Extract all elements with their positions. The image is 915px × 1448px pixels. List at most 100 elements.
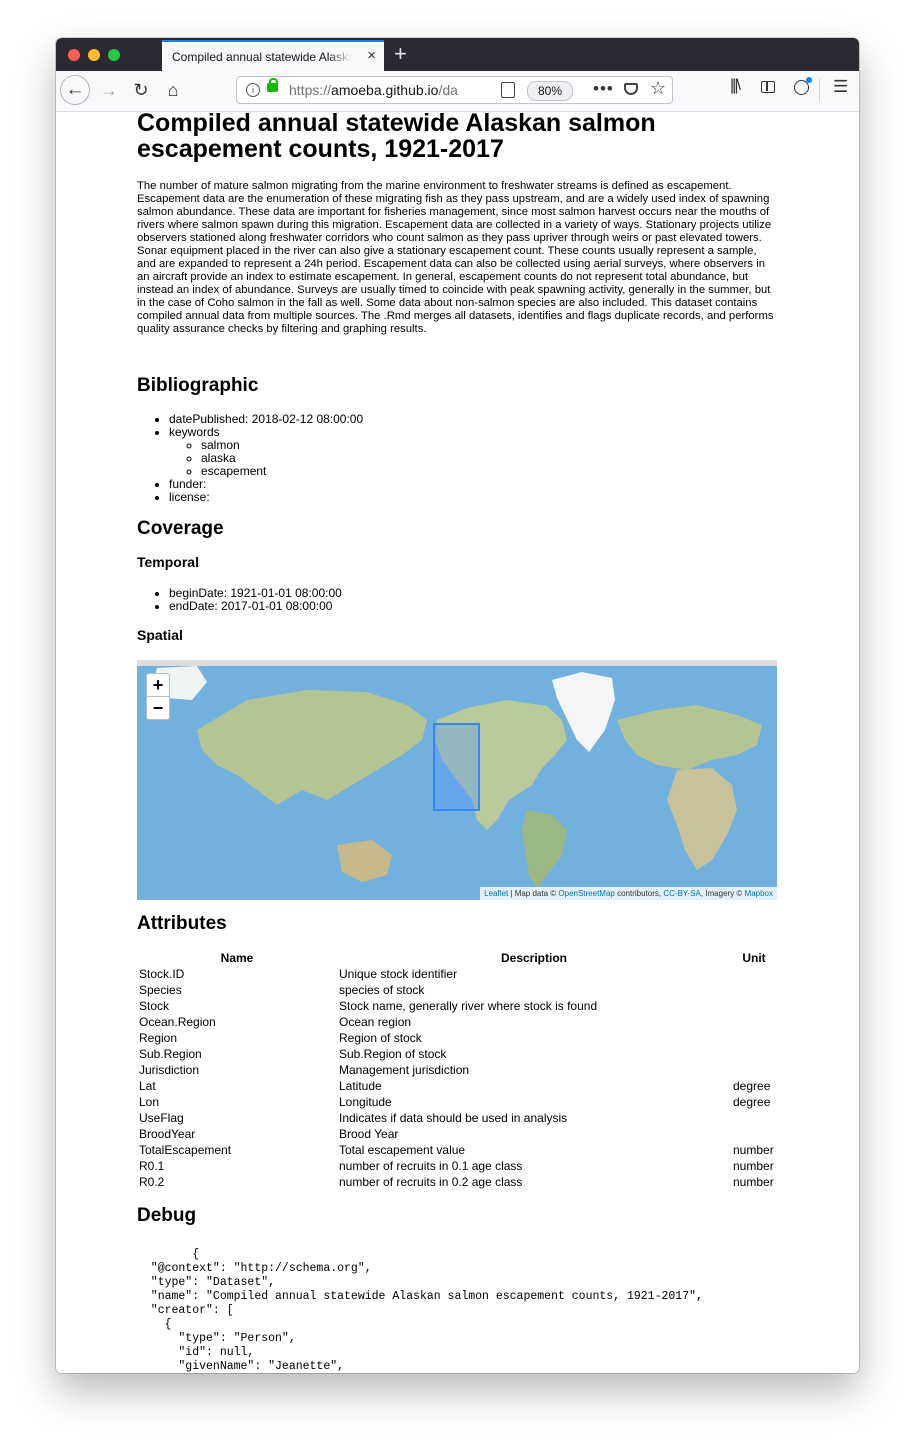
zoom-level-button[interactable]: 80% xyxy=(527,81,573,101)
sidebar-icon[interactable] xyxy=(761,81,775,93)
coverage-bounding-box[interactable] xyxy=(433,723,480,811)
keyword-item: escapement xyxy=(201,465,363,478)
back-button[interactable]: ← xyxy=(60,75,90,105)
coverage-heading: Coverage xyxy=(137,518,224,539)
table-row: TotalEscapement Total escapement value num… xyxy=(137,1142,777,1158)
bookmark-star-icon[interactable]: ☆ xyxy=(650,78,666,99)
bibliographic-list: datePublished: 2018-02-12 08:00:00 keywo… xyxy=(137,413,363,504)
page-actions-button[interactable]: ••• xyxy=(593,79,614,99)
title-bar: Compiled annual statewide Alaskan salmon… xyxy=(56,38,859,71)
cell-unit: number xyxy=(733,1159,774,1173)
table-row: Sub.Region Sub.Region of stock xyxy=(137,1046,777,1062)
cell-name: Ocean.Region xyxy=(139,1015,216,1029)
table-header-row: Name Description Unit xyxy=(137,950,777,966)
cell-name: Stock.ID xyxy=(139,967,185,981)
cell-description: species of stock xyxy=(339,983,425,997)
cc-by-sa-link[interactable]: CC-BY-SA xyxy=(663,889,701,898)
cell-description: number of recruits in 0.2 age class xyxy=(339,1175,523,1189)
cell-unit xyxy=(731,1014,777,1030)
minimize-window-button[interactable] xyxy=(88,49,100,61)
url-text[interactable]: https://amoeba.github.io/da xyxy=(289,82,458,98)
openstreetmap-link[interactable]: OpenStreetMap xyxy=(558,889,614,898)
cell-name: Species xyxy=(139,983,182,997)
address-bar[interactable]: i https://amoeba.github.io/da 80% ••• ☆ xyxy=(236,76,673,104)
cell-description: Management jurisdiction xyxy=(339,1063,470,1077)
table-row: Stock Stock name, generally river where s… xyxy=(137,998,777,1014)
url-domain: amoeba.github.io xyxy=(331,82,439,98)
map-zoom-out-button[interactable]: − xyxy=(146,696,170,720)
attributes-heading: Attributes xyxy=(137,913,227,934)
cell-description: Total escapement value xyxy=(339,1143,466,1157)
spatial-coverage-map[interactable]: + − Leaflet | Map data © OpenStreetMap c… xyxy=(137,660,777,900)
table-row: R0.1 number of recruits in 0.1 age class n… xyxy=(137,1158,777,1174)
debug-json-code: { "@context": "http://schema.org", "type… xyxy=(150,1248,703,1373)
cell-unit xyxy=(731,1126,777,1142)
column-header-unit: Unit xyxy=(742,951,766,965)
hamburger-menu-icon[interactable]: ☰ xyxy=(833,77,848,97)
temporal-heading: Temporal xyxy=(137,554,199,570)
cell-name: BroodYear xyxy=(139,1127,196,1141)
cell-unit: degree xyxy=(733,1095,771,1109)
page-title: Compiled annual statewide Alaskan salmon… xyxy=(137,112,656,163)
keywords-list: salmon alaska escapement xyxy=(169,439,363,478)
account-icon[interactable] xyxy=(794,77,812,95)
map-attribution: Leaflet | Map data © OpenStreetMap contr… xyxy=(480,887,777,900)
map-zoom-in-button[interactable]: + xyxy=(146,673,170,697)
tab-close-button[interactable]: × xyxy=(367,48,376,64)
cell-name: R0.1 xyxy=(139,1159,165,1173)
info-icon[interactable]: i xyxy=(246,83,260,97)
cell-description: number of recruits in 0.1 age class xyxy=(339,1159,523,1173)
page-content[interactable]: Compiled annual statewide Alaskan salmon… xyxy=(56,112,859,1373)
tab-title: Compiled annual statewide Alaskan salmon… xyxy=(172,50,352,64)
reader-view-icon[interactable] xyxy=(501,82,515,98)
maximize-window-button[interactable] xyxy=(108,49,120,61)
pocket-icon[interactable] xyxy=(624,83,638,95)
mapbox-link[interactable]: Mapbox xyxy=(745,889,773,898)
cell-name: R0.2 xyxy=(139,1175,165,1189)
cell-name: Lon xyxy=(139,1095,160,1109)
cell-unit xyxy=(731,1110,777,1126)
browser-window: Compiled annual statewide Alaskan salmon… xyxy=(56,38,859,1373)
cell-name: Region xyxy=(139,1031,178,1045)
license-item: license: xyxy=(169,491,363,504)
leaflet-link[interactable]: Leaflet xyxy=(484,889,508,898)
dataset-description: The number of mature salmon migrating fr… xyxy=(137,180,774,335)
url-path: /da xyxy=(438,82,458,98)
home-button[interactable]: ⌂ xyxy=(158,75,188,105)
attribution-contrib: contributors, xyxy=(614,889,664,898)
toolbar-separator xyxy=(819,79,820,101)
keywords-label: keywords xyxy=(169,425,220,439)
cell-unit xyxy=(731,982,777,998)
cell-unit xyxy=(731,1062,777,1078)
cell-name: TotalEscapement xyxy=(139,1143,232,1157)
map-top-border xyxy=(137,660,777,666)
cell-unit: number xyxy=(733,1175,774,1189)
keywords-item: keywords salmon alaska escapement xyxy=(169,426,363,478)
table-row: Region Region of stock xyxy=(137,1030,777,1046)
column-header-name: Name xyxy=(220,951,254,965)
cell-description: Sub.Region of stock xyxy=(339,1047,447,1061)
temporal-list: beginDate: 1921-01-01 08:00:00 endDate: … xyxy=(137,587,342,613)
close-window-button[interactable] xyxy=(68,49,80,61)
cell-name: Sub.Region xyxy=(139,1047,202,1061)
table-row: UseFlag Indicates if data should be used … xyxy=(137,1110,777,1126)
cell-description: Indicates if data should be used in anal… xyxy=(339,1111,568,1125)
cell-name: UseFlag xyxy=(139,1111,184,1125)
attribution-sep: | Map data © xyxy=(508,889,559,898)
cell-unit: number xyxy=(733,1143,774,1157)
table-row: Ocean.Region Ocean region xyxy=(137,1014,777,1030)
forward-button[interactable]: → xyxy=(94,75,124,105)
new-tab-button[interactable]: + xyxy=(394,42,407,66)
table-row: BroodYear Brood Year xyxy=(137,1126,777,1142)
table-row: Species species of stock xyxy=(137,982,777,998)
cell-unit xyxy=(731,1030,777,1046)
attributes-table: Name Description Unit Stock.ID Unique sto… xyxy=(137,950,777,1190)
column-header-description: Description xyxy=(500,951,567,965)
navigation-toolbar: ← → ↻ ⌂ i https://amoeba.github.io/da 80… xyxy=(56,71,859,112)
library-icon[interactable]: |||\ xyxy=(730,77,741,95)
cell-description: Unique stock identifier xyxy=(339,967,458,981)
cell-unit xyxy=(731,966,777,982)
browser-tab[interactable]: Compiled annual statewide Alaskan salmon… xyxy=(162,40,384,71)
reload-button[interactable]: ↻ xyxy=(126,75,156,105)
cell-unit xyxy=(731,998,777,1014)
